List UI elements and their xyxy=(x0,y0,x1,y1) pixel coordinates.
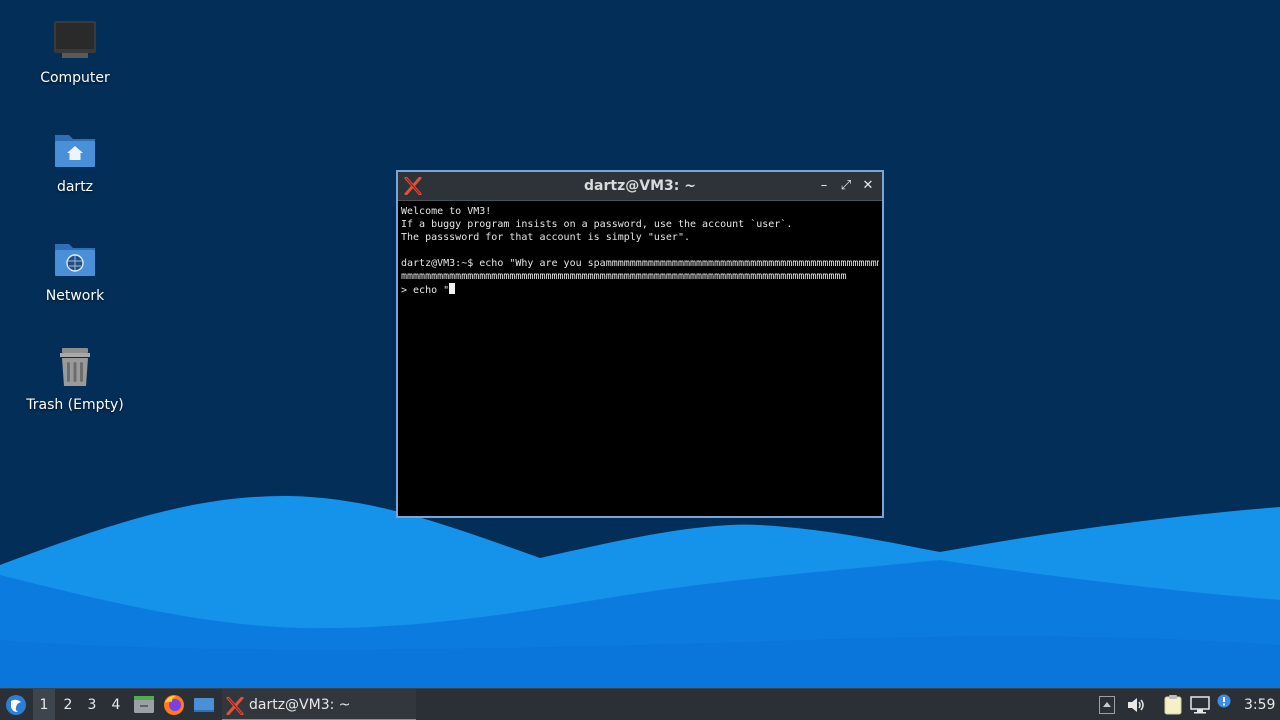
home-folder-icon xyxy=(52,127,98,173)
window-title: dartz@VM3: ~ xyxy=(584,178,696,194)
text-cursor xyxy=(449,283,456,294)
terminal-line: dartz@VM3:~$ echo "Why are you spammmmmm… xyxy=(401,258,879,269)
terminal-output[interactable]: Welcome to VM3! If a buggy program insis… xyxy=(399,202,881,515)
terminal-window[interactable]: dartz@VM3: ~ – ⤢ ✕ Welcome to VM3! If a … xyxy=(396,170,884,518)
desktop-icon-home[interactable]: dartz xyxy=(15,127,135,195)
show-hidden-icons-button[interactable] xyxy=(1099,689,1117,720)
workspace-4[interactable]: 4 xyxy=(105,689,127,720)
taskbar-task-terminal[interactable]: dartz@VM3: ~ xyxy=(222,689,416,720)
clock[interactable]: 3:59 xyxy=(1244,689,1278,720)
volume-button[interactable] xyxy=(1126,689,1148,720)
computer-icon xyxy=(52,18,98,64)
desktop-icon-label: Computer xyxy=(40,70,110,86)
show-hidden-icons-icon xyxy=(1099,696,1115,714)
firefox-icon xyxy=(164,695,184,715)
workspace-1[interactable]: 1 xyxy=(33,689,55,720)
close-button[interactable]: ✕ xyxy=(860,178,876,194)
terminal-line: mmmmmmmmmmmmmmmmmmmmmmmmmmmmmmmmmmmmmmmm… xyxy=(401,271,847,282)
file-manager-launcher[interactable] xyxy=(133,689,155,720)
maximize-button[interactable]: ⤢ xyxy=(838,178,854,194)
desktop-icon-label: dartz xyxy=(56,179,94,195)
minimize-button[interactable]: – xyxy=(816,178,832,194)
terminal-prompt-line[interactable]: > echo " xyxy=(401,283,879,296)
network-folder-icon xyxy=(52,236,98,282)
start-menu-button[interactable] xyxy=(4,689,28,720)
terminal-line: The passsword for that account is simply… xyxy=(401,232,690,243)
workspace-3[interactable]: 3 xyxy=(81,689,103,720)
workspace-2[interactable]: 2 xyxy=(57,689,79,720)
terminal-line: If a buggy program insists on a password… xyxy=(401,219,793,230)
show-desktop-button[interactable] xyxy=(193,689,215,720)
taskbar: 1 2 3 4 dartz@VM3: ~ 3:59 xyxy=(0,688,1280,720)
desktop-icon-label: Network xyxy=(45,288,105,304)
start-menu-icon xyxy=(6,695,26,715)
firefox-launcher[interactable] xyxy=(163,689,185,720)
clipboard-button[interactable] xyxy=(1163,689,1185,720)
desktop-icon-network[interactable]: Network xyxy=(15,236,135,304)
task-label: dartz@VM3: ~ xyxy=(249,697,351,713)
desktop-icon-computer[interactable]: Computer xyxy=(15,18,135,86)
file-manager-icon xyxy=(134,696,154,713)
update-notifier-icon xyxy=(1217,694,1231,708)
window-titlebar[interactable]: dartz@VM3: ~ – ⤢ ✕ xyxy=(398,172,882,201)
xterm-icon xyxy=(226,696,244,716)
update-notifier-button[interactable] xyxy=(1217,689,1231,720)
trash-icon xyxy=(52,345,98,391)
network-button[interactable] xyxy=(1190,689,1212,720)
show-desktop-icon xyxy=(194,698,214,712)
desktop-icon-trash[interactable]: Trash (Empty) xyxy=(15,345,135,413)
clipboard-icon xyxy=(1164,695,1182,715)
desktop-icon-label: Trash (Empty) xyxy=(26,397,124,413)
terminal-input-text: > echo " xyxy=(401,285,450,296)
network-icon xyxy=(1190,696,1210,714)
terminal-line: Welcome to VM3! xyxy=(401,206,492,217)
volume-icon xyxy=(1128,698,1144,712)
